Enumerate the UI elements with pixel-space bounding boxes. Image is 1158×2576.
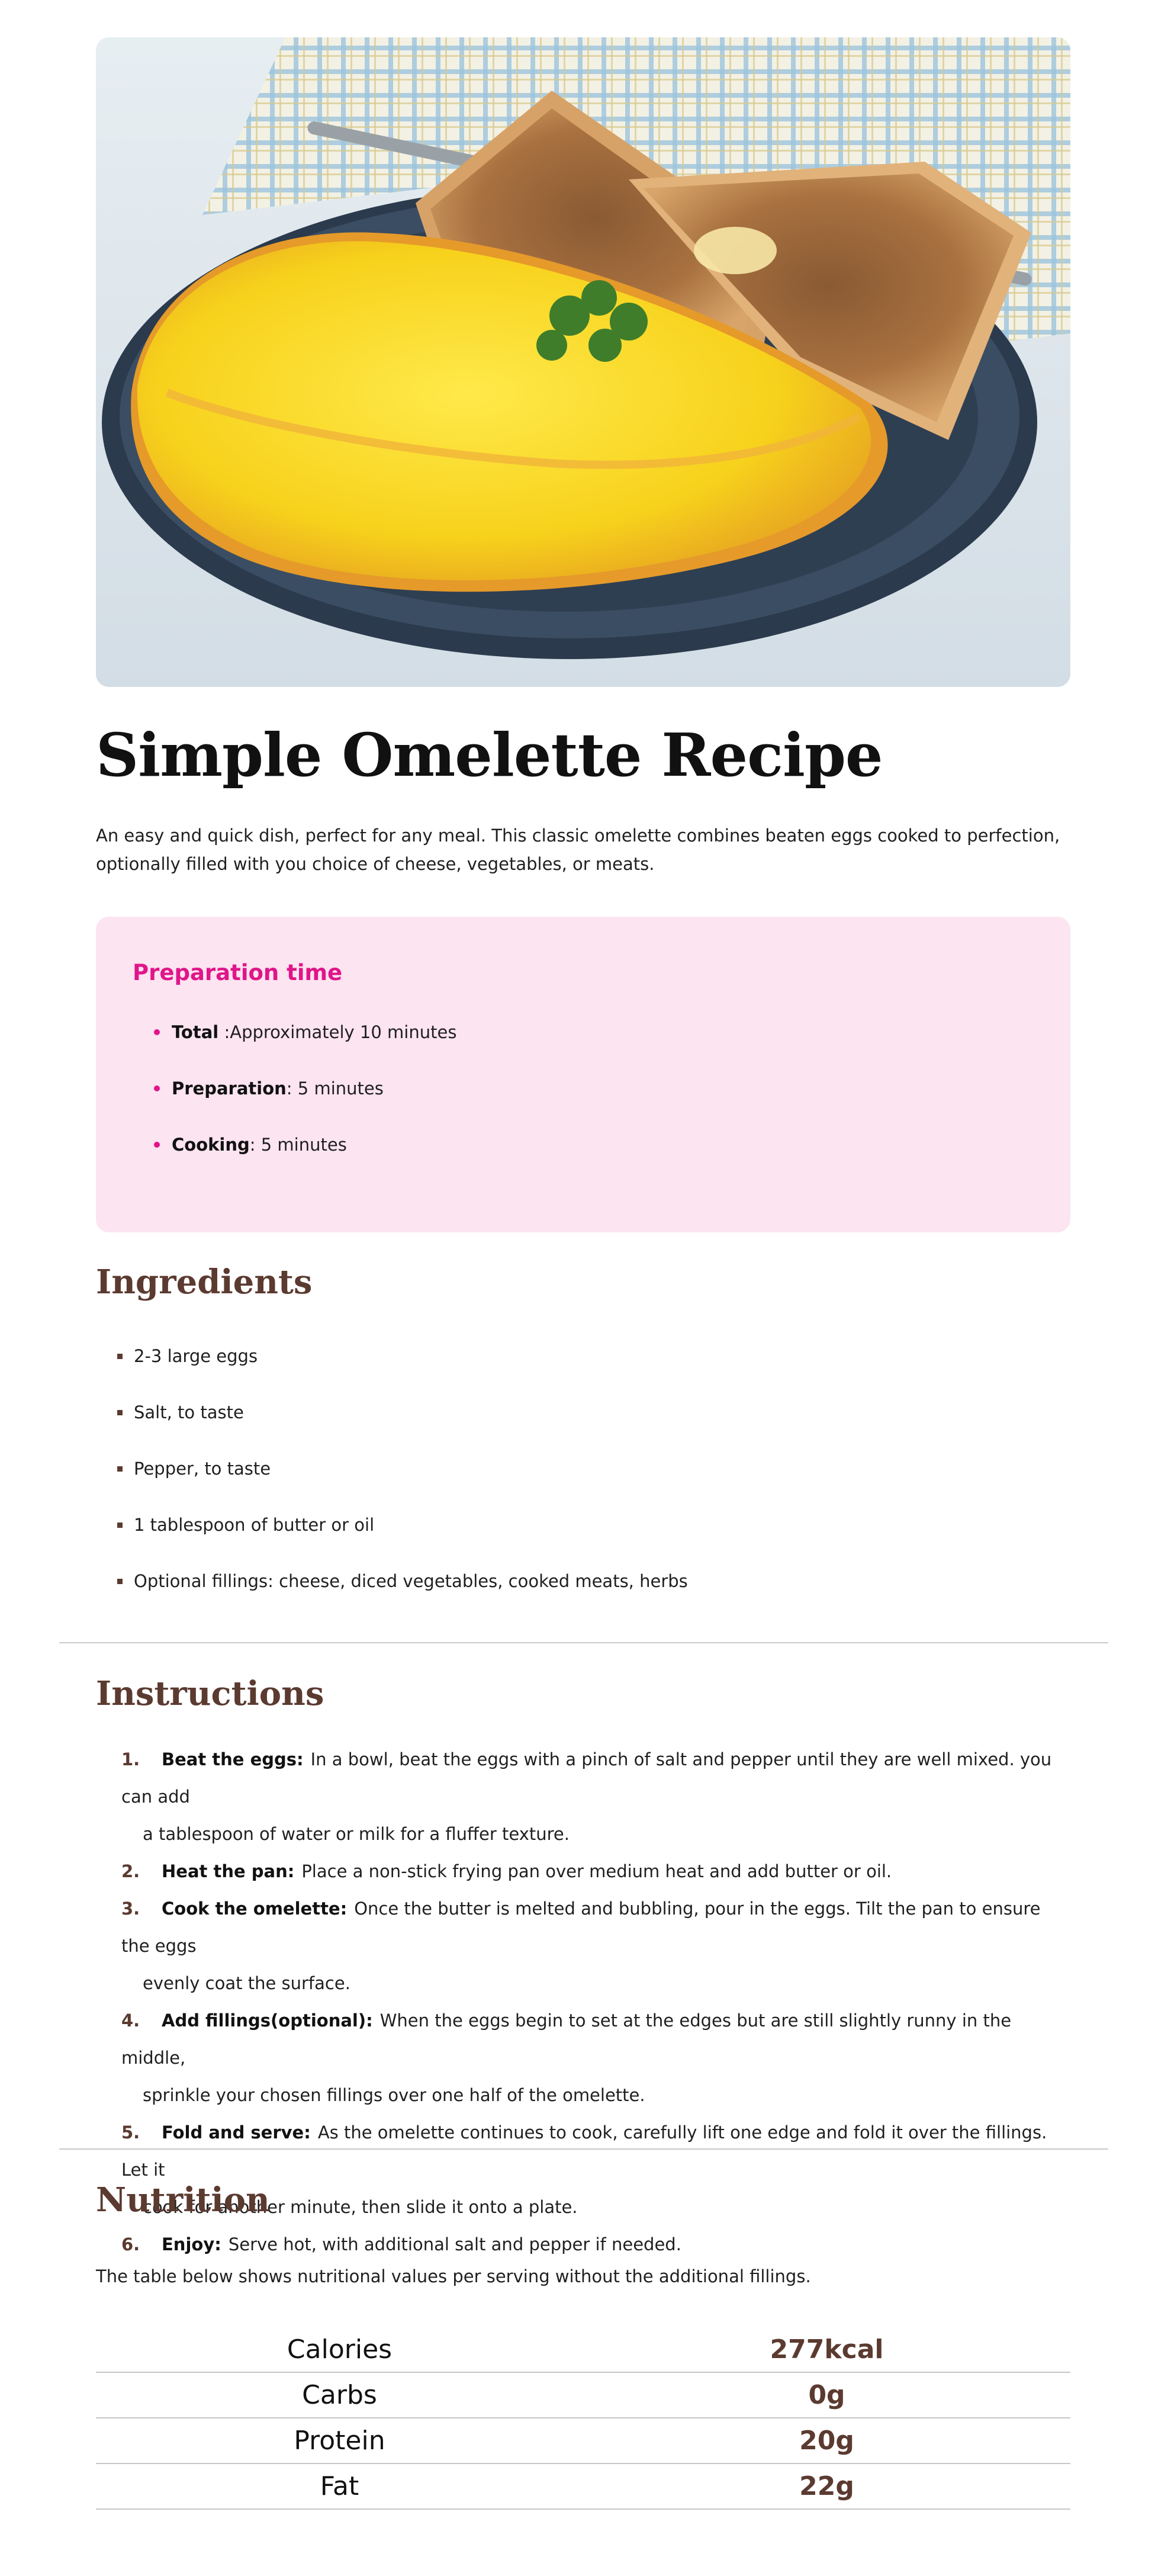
step-lead: Beat the eggs: bbox=[162, 1749, 304, 1769]
step-number: 3. bbox=[121, 1899, 140, 1919]
ingredients-list: 2-3 large eggs Salt, to taste Pepper, to… bbox=[117, 1344, 688, 1626]
step-lead: Cook the omelette: bbox=[162, 1899, 348, 1919]
list-item: 4. Add fillings(optional): When the eggs b… bbox=[121, 2002, 1069, 2114]
prep-sep: : bbox=[286, 1078, 298, 1099]
prep-value: 5 minutes bbox=[297, 1078, 384, 1099]
step-text-continued: a tablespoon of water or milk for a fluf… bbox=[143, 1824, 570, 1844]
list-item: Optional fillings: cheese, diced vegetab… bbox=[117, 1569, 688, 1626]
step-lead: Enjoy: bbox=[162, 2234, 221, 2254]
list-item: Preparation: 5 minutes bbox=[154, 1077, 456, 1133]
preparation-title: Preparation time bbox=[133, 960, 343, 985]
page-title: Simple Omelette Recipe bbox=[96, 720, 883, 790]
nutrient-name: Carbs bbox=[96, 2372, 583, 2418]
list-item: 1. Beat the eggs: In a bowl, beat the eggs… bbox=[121, 1741, 1069, 1853]
nutrient-value: 277kcal bbox=[583, 2327, 1070, 2373]
table-row: Protein 20g bbox=[96, 2418, 1070, 2464]
recipe-intro: An easy and quick dish, perfect for any … bbox=[96, 826, 1060, 874]
list-item: Total :Approximately 10 minutes bbox=[154, 1020, 456, 1077]
prep-sep: : bbox=[218, 1022, 230, 1042]
table-row: Carbs 0g bbox=[96, 2372, 1070, 2418]
nutrient-name: Protein bbox=[96, 2418, 583, 2464]
list-item: 1 tablespoon of butter or oil bbox=[117, 1513, 688, 1569]
prep-label: Preparation bbox=[172, 1078, 287, 1099]
nutrient-name: Calories bbox=[96, 2327, 583, 2373]
nutrition-intro: The table below shows nutritional values… bbox=[96, 2266, 811, 2286]
step-number: 5. bbox=[121, 2122, 140, 2143]
list-item: Salt, to taste bbox=[117, 1401, 688, 1457]
step-text: Serve hot, with additional salt and pepp… bbox=[228, 2234, 681, 2254]
ingredients-heading: Ingredients bbox=[96, 1263, 313, 1302]
nutrient-value: 20g bbox=[583, 2418, 1070, 2464]
section-divider bbox=[59, 2148, 1108, 2150]
step-lead: Add fillings(optional): bbox=[162, 2010, 373, 2031]
step-number: 2. bbox=[121, 1861, 140, 1881]
step-number: 4. bbox=[121, 2010, 140, 2031]
nutrient-value: 22g bbox=[583, 2463, 1070, 2510]
instructions-heading: Instructions bbox=[96, 1674, 324, 1713]
list-item: 3. Cook the omelette: Once the butter is m… bbox=[121, 1890, 1069, 2002]
omelette-illustration bbox=[96, 37, 1070, 687]
step-number: 1. bbox=[121, 1749, 140, 1769]
nutrition-table: Calories 277kcal Carbs 0g Protein 20g Fat 22… bbox=[96, 2327, 1070, 2510]
list-item: 6. Enjoy: Serve hot, with additional salt … bbox=[121, 2226, 1069, 2263]
section-divider bbox=[59, 1642, 1108, 1643]
step-number: 6. bbox=[121, 2234, 140, 2254]
table-row: Calories 277kcal bbox=[96, 2327, 1070, 2373]
prep-value: 5 minutes bbox=[260, 1135, 347, 1155]
recipe-page: Simple Omelette Recipe An easy and quick… bbox=[0, 0, 1158, 2576]
prep-label: Total bbox=[172, 1022, 219, 1042]
list-item: 2-3 large eggs bbox=[117, 1344, 688, 1401]
list-item: 2. Heat the pan: Place a non-stick frying … bbox=[121, 1853, 1069, 1890]
prep-sep: : bbox=[249, 1135, 261, 1155]
list-item: Cooking: 5 minutes bbox=[154, 1133, 456, 1189]
nutrient-value: 0g bbox=[583, 2372, 1070, 2418]
step-text-continued: evenly coat the surface. bbox=[143, 1973, 350, 1993]
list-item: Pepper, to taste bbox=[117, 1457, 688, 1513]
prep-label: Cooking bbox=[172, 1135, 250, 1155]
preparation-list: Total :Approximately 10 minutes Preparat… bbox=[154, 1020, 456, 1189]
omelette-photo bbox=[96, 37, 1070, 687]
step-lead: Heat the pan: bbox=[162, 1861, 295, 1881]
nutrient-name: Fat bbox=[96, 2463, 583, 2510]
step-text: Place a non-stick frying pan over medium… bbox=[301, 1861, 892, 1881]
nutrition-heading: Nutrition bbox=[96, 2180, 270, 2220]
prep-value: Approximately 10 minutes bbox=[230, 1022, 457, 1042]
preparation-box: Preparation time Total :Approximately 10… bbox=[96, 917, 1070, 1232]
step-text-continued: sprinkle your chosen fillings over one h… bbox=[143, 2085, 645, 2105]
step-lead: Fold and serve: bbox=[162, 2122, 311, 2143]
table-row: Fat 22g bbox=[96, 2463, 1070, 2510]
